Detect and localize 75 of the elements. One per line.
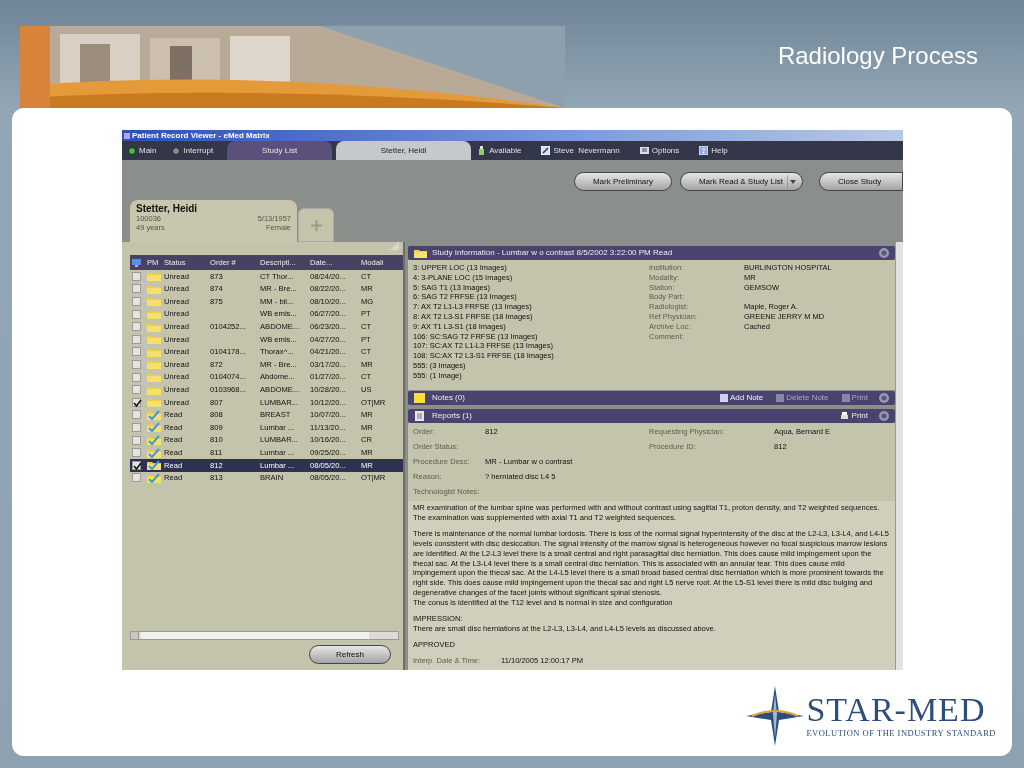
mode-button[interactable]: Main (122, 141, 167, 160)
checkbox[interactable] (132, 271, 141, 281)
menu-item[interactable]: Available (471, 141, 528, 160)
plus-icon (310, 219, 322, 231)
folder-icon (147, 334, 161, 345)
checkbox[interactable] (132, 385, 141, 395)
help-icon (699, 146, 709, 155)
checkbox[interactable] (132, 334, 141, 344)
checked-folder-icon (147, 422, 161, 433)
corner-icon (390, 242, 399, 250)
scrollbar[interactable] (895, 242, 903, 670)
checked-folder-icon (147, 472, 161, 483)
scrollbar[interactable] (130, 631, 399, 640)
window-title: Patient Record Viewer - eMed Matrix (132, 130, 270, 141)
checked-folder-icon (147, 435, 161, 445)
folder-icon (147, 384, 161, 395)
monitor-icon (132, 258, 141, 267)
square-icon (841, 394, 850, 402)
checked-folder-icon (147, 447, 161, 458)
slide-title: Radiology Process (777, 41, 979, 71)
section-title: Reports (1) (432, 410, 472, 422)
checkbox[interactable] (132, 410, 141, 420)
checkbox[interactable] (132, 309, 141, 319)
checkbox[interactable] (132, 422, 141, 432)
checkbox[interactable] (132, 460, 141, 470)
patient-name: Stetter, Heidi (136, 203, 199, 214)
folder-icon (414, 248, 427, 258)
square-icon (719, 394, 728, 402)
toolbar-button[interactable]: Add Note (719, 392, 764, 404)
person-icon (477, 146, 487, 155)
section-title: Study Information - Lumbar w o contrast 8/5/2002 3:22:00 PM Read (432, 247, 673, 259)
checkbox[interactable] (132, 359, 141, 369)
checkbox[interactable] (132, 322, 141, 332)
checkbox[interactable] (132, 372, 141, 382)
folder-icon (147, 271, 161, 282)
checked-folder-icon (147, 409, 161, 420)
refresh-button[interactable]: Refresh (309, 645, 391, 664)
folder-icon (147, 397, 161, 408)
folder-icon (147, 283, 161, 294)
action-button[interactable]: Close Study (819, 172, 903, 191)
printer-icon (839, 411, 849, 421)
action-button[interactable]: Mark Preliminary (573, 172, 672, 191)
checkbox[interactable] (132, 397, 141, 407)
checkbox[interactable] (132, 448, 141, 458)
checkbox[interactable] (132, 473, 141, 483)
list-icon (639, 146, 649, 155)
checkbox[interactable] (132, 284, 141, 294)
checkbox[interactable] (132, 435, 141, 445)
note-icon (414, 393, 427, 403)
checkbox[interactable] (132, 347, 141, 357)
section-title: Notes (0) (432, 392, 465, 404)
user-icon (541, 146, 551, 155)
add-tab-button[interactable] (298, 208, 334, 242)
mode-button[interactable]: Interrupt (166, 141, 224, 160)
app-icon (124, 132, 130, 139)
collapse-icon (879, 248, 889, 258)
tab[interactable]: Study List (227, 141, 333, 160)
square-icon (776, 394, 785, 402)
print-button[interactable]: Print (839, 410, 868, 422)
folder-icon (147, 296, 161, 307)
checkbox[interactable] (132, 297, 141, 306)
tab[interactable]: Stetter, Heidi (336, 141, 472, 160)
checked-folder-icon (147, 460, 161, 471)
folder-icon (147, 321, 161, 332)
menu-item[interactable]: Help (693, 141, 734, 160)
folder-icon (147, 309, 161, 320)
action-button[interactable]: Mark Read & Study List (679, 172, 803, 191)
document-icon (414, 411, 427, 421)
folder-icon (147, 372, 161, 383)
logo-tagline: EVOLUTION OF THE INDUSTRY STANDARD (806, 726, 996, 740)
menu-item[interactable]: Steve Nevermann (535, 141, 626, 160)
logo-name: STAR-MED (806, 692, 987, 727)
menu-item[interactable]: Options (633, 141, 686, 160)
folder-icon (147, 359, 161, 370)
folder-icon (147, 346, 161, 357)
